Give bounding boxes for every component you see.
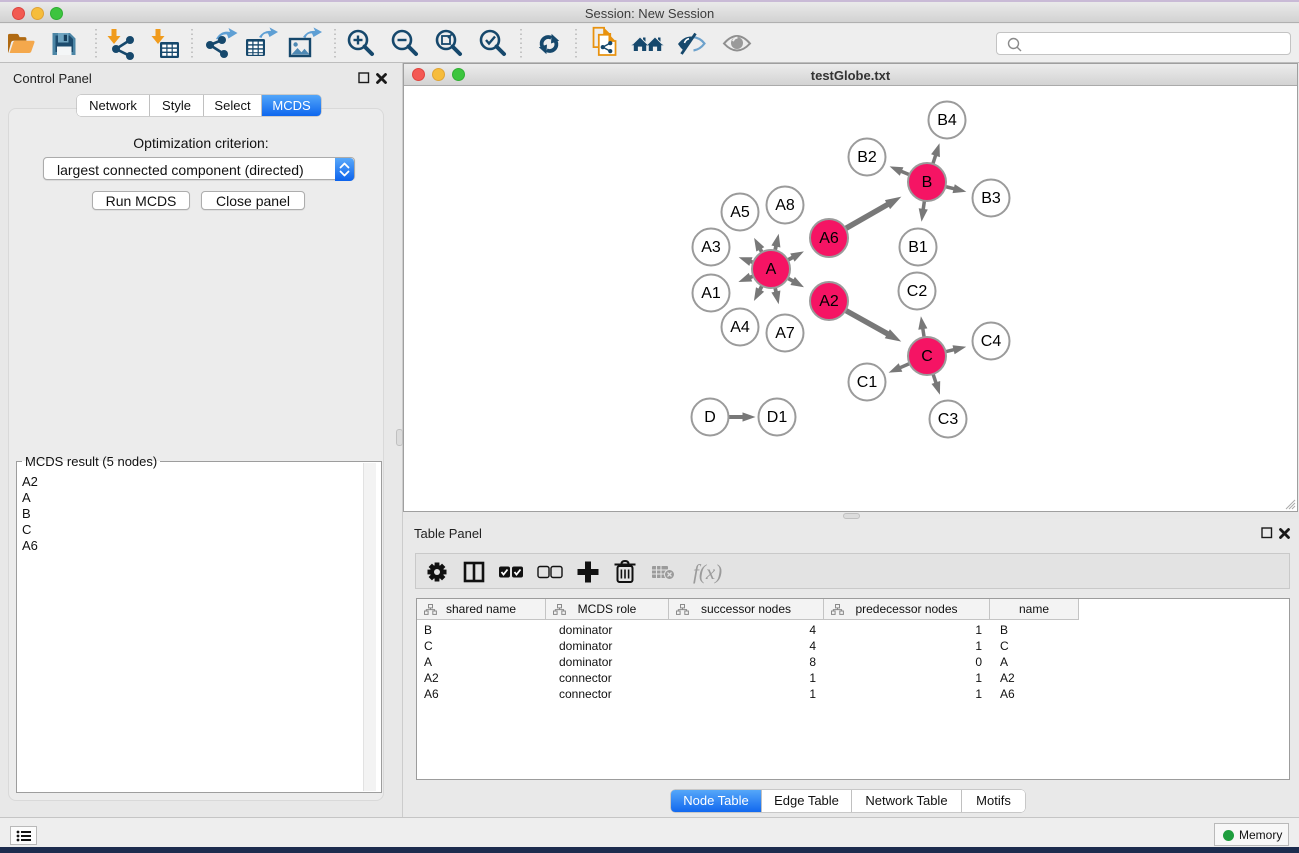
svg-text:B2: B2 xyxy=(857,149,877,166)
svg-text:f(x): f(x) xyxy=(693,560,722,584)
svg-text:B3: B3 xyxy=(981,190,1001,207)
svg-text:A: A xyxy=(766,261,777,278)
svg-text:B1: B1 xyxy=(908,239,928,256)
svg-text:C4: C4 xyxy=(981,333,1002,350)
svg-text:A1: A1 xyxy=(701,285,721,302)
svg-text:C3: C3 xyxy=(938,411,959,428)
svg-text:B: B xyxy=(922,174,933,191)
svg-text:D1: D1 xyxy=(767,409,788,426)
svg-text:A5: A5 xyxy=(730,204,750,221)
svg-text:C2: C2 xyxy=(907,283,928,300)
svg-text:C1: C1 xyxy=(857,374,878,391)
svg-text:C: C xyxy=(921,348,933,365)
svg-text:D: D xyxy=(704,409,716,426)
svg-text:A7: A7 xyxy=(775,325,795,342)
svg-text:A8: A8 xyxy=(775,197,795,214)
svg-text:B4: B4 xyxy=(937,112,957,129)
svg-text:A4: A4 xyxy=(730,319,750,336)
svg-text:A2: A2 xyxy=(819,293,839,310)
svg-text:A3: A3 xyxy=(701,239,721,256)
svg-text:A6: A6 xyxy=(819,230,839,247)
